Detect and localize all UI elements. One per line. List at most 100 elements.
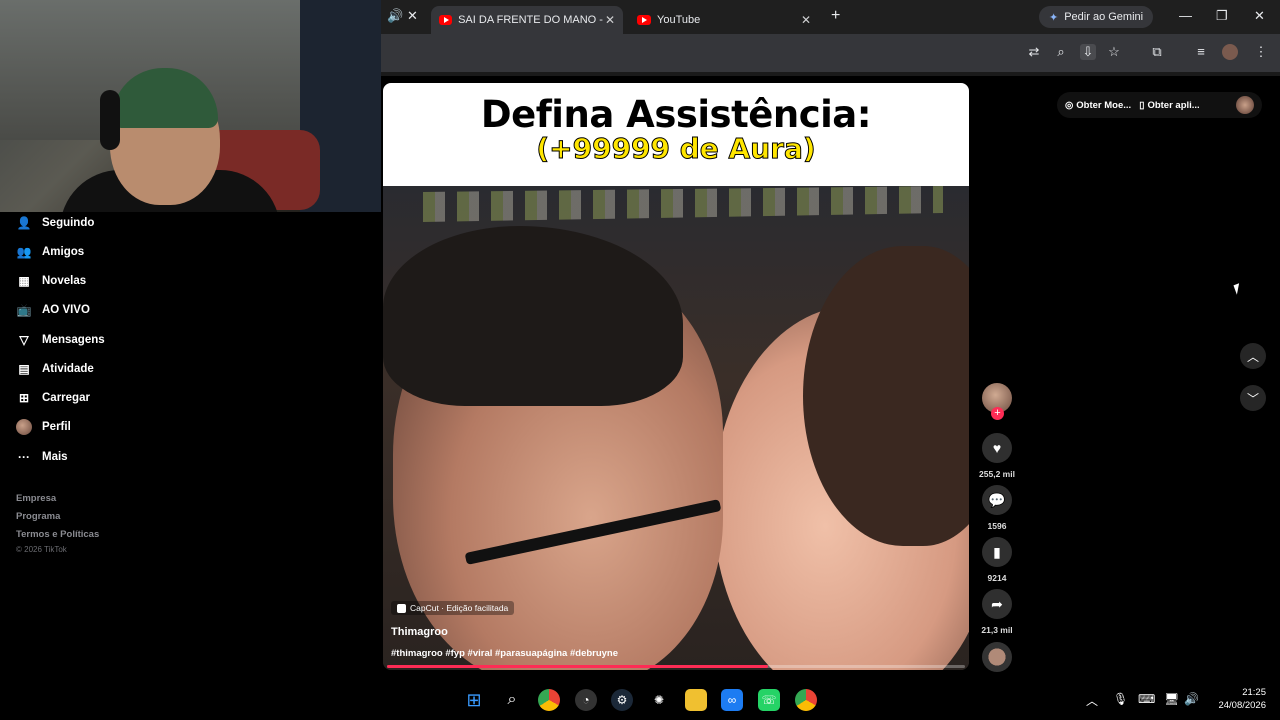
profile-avatar <box>16 419 32 435</box>
footer-termos-link[interactable]: Termos e Políticas <box>16 529 99 540</box>
banner-subtitle: (+99999 de Aura) <box>536 132 816 166</box>
sidebar-item-activity[interactable]: ▤ Atividade <box>16 361 94 377</box>
sidebar-item-upload[interactable]: ⊞ Carregar <box>16 390 90 406</box>
messages-icon: ▽ <box>19 333 29 347</box>
share-icon: ➦ <box>991 595 1003 612</box>
youtube-icon <box>637 15 651 25</box>
network-icon[interactable]: 🖥 <box>1164 692 1179 706</box>
live-icon: 📺 <box>16 303 32 317</box>
tab-active[interactable]: SAI DA FRENTE DO MANO - M ✕ <box>431 6 623 34</box>
search-icon[interactable]: ⌕ <box>501 689 523 711</box>
next-video-button[interactable]: ﹀ <box>1240 385 1266 411</box>
get-app-button[interactable]: ▯ Obter apli... <box>1139 100 1200 111</box>
gemini-button[interactable]: ✦ Pedir ao Gemini <box>1039 6 1154 28</box>
minimize-button[interactable]: — <box>1179 8 1192 23</box>
sidebar-item-label: Perfil <box>42 421 71 433</box>
octopus-app-icon[interactable]: ✺ <box>648 689 670 711</box>
footer-programa-link[interactable]: Programa <box>16 511 60 522</box>
tab-strip: 🔊 ✕ SAI DA FRENTE DO MANO - M ✕ YouTube … <box>381 0 1280 34</box>
capcut-badge[interactable]: CapCut · Edição facilitada <box>391 601 515 615</box>
footer-empresa-link[interactable]: Empresa <box>16 493 56 504</box>
comment-button[interactable]: 💬 <box>982 485 1012 515</box>
chrome-alt-icon[interactable] <box>795 689 817 711</box>
share-button[interactable]: ➦ <box>982 589 1012 619</box>
video-progress-bar[interactable] <box>387 665 965 668</box>
steam-icon[interactable]: ⚙ <box>611 689 633 711</box>
clock-time: 21:25 <box>1242 687 1266 698</box>
windows-start-icon[interactable]: ⊞ <box>463 689 485 711</box>
chrome-icon[interactable] <box>538 689 560 711</box>
sidebar-item-label: Amigos <box>42 246 85 258</box>
tab-label: YouTube <box>657 14 701 26</box>
bookmark-icon: ▮ <box>993 543 1001 560</box>
tray-chevron-icon[interactable]: ︿ <box>1086 692 1098 709</box>
upload-icon: ⊞ <box>18 391 30 405</box>
video-hashtags[interactable]: #thimagroo #fyp #viral #parasuapágina #d… <box>391 648 618 659</box>
browser-chrome: 🔊 ✕ SAI DA FRENTE DO MANO - M ✕ YouTube … <box>381 0 1280 72</box>
top-right-bar: ◎ Obter Moe... ▯ Obter apli... <box>1057 92 1262 118</box>
user-avatar[interactable] <box>1236 96 1254 114</box>
like-button[interactable]: ♥ <box>982 433 1012 463</box>
previous-video-button[interactable]: ︿ <box>1240 343 1266 369</box>
sidebar-item-label: Atividade <box>42 363 94 375</box>
system-clock[interactable]: 21:25 24/08/2026 <box>1208 686 1266 712</box>
like-count: 255,2 mil <box>979 469 1015 479</box>
video-scene <box>383 186 969 670</box>
clock-date: 24/08/2026 <box>1218 700 1266 711</box>
audio-icon[interactable]: 🔊 <box>387 8 403 24</box>
comment-count: 1596 <box>987 521 1007 531</box>
video-player[interactable]: Defina Assistência: (+99999 de Aura) Cap… <box>383 83 969 670</box>
sidebar-item-friends[interactable]: 👥 Amigos <box>16 244 85 260</box>
volume-icon[interactable]: 🔊 <box>1184 692 1199 706</box>
following-icon: 👤 <box>16 216 32 230</box>
novelas-icon: ▦ <box>18 274 30 288</box>
share-count: 21,3 mil <box>981 625 1013 635</box>
chevron-down-icon: ﹀ <box>1246 391 1259 406</box>
close-icon[interactable]: ✕ <box>801 13 811 27</box>
sidebar-item-messages[interactable]: ▽ Mensagens <box>16 332 104 348</box>
mouse-cursor-icon <box>1233 283 1243 295</box>
screen: 🔊 ✕ SAI DA FRENTE DO MANO - M ✕ YouTube … <box>0 0 1280 720</box>
zoom-icon[interactable]: ⌕ <box>1053 44 1069 60</box>
close-tab-icon[interactable]: ✕ <box>407 8 418 24</box>
restore-button[interactable]: ❐ <box>1216 8 1228 24</box>
close-window-button[interactable]: ✕ <box>1254 8 1265 24</box>
heart-icon: ♥ <box>992 440 1002 456</box>
get-coins-button[interactable]: ◎ Obter Moe... <box>1065 100 1131 111</box>
media-control-icon[interactable]: ≡ <box>1193 44 1209 60</box>
capcut-icon <box>397 603 406 613</box>
sidebar-item-live[interactable]: 📺 AO VIVO <box>16 302 90 318</box>
clock-app-icon[interactable]: ◔ <box>575 689 597 711</box>
bookmark-star-icon[interactable]: ☆ <box>1106 44 1122 60</box>
phone-icon: ▯ <box>1139 99 1145 111</box>
webcam-overlay <box>0 0 381 212</box>
video-author[interactable]: Thimagroo <box>391 626 448 638</box>
menu-icon[interactable]: ⋮ <box>1253 44 1269 60</box>
video-banner: Defina Assistência: (+99999 de Aura) <box>383 83 969 186</box>
get-app-label: Obter apli... <box>1147 99 1200 111</box>
more-icon: ··· <box>18 450 30 464</box>
microphone-icon[interactable]: 🎙 <box>1113 692 1128 706</box>
keyboard-icon[interactable]: ⌨ <box>1138 692 1155 706</box>
sidebar-item-novelas[interactable]: ▦ Novelas <box>16 273 86 289</box>
install-app-icon[interactable]: ⇩ <box>1080 44 1096 60</box>
sidebar-item-following[interactable]: 👤 Seguindo <box>16 215 95 231</box>
save-button[interactable]: ▮ <box>982 537 1012 567</box>
sidebar-item-profile[interactable]: Perfil <box>16 419 71 435</box>
profile-icon[interactable] <box>1222 44 1238 60</box>
whatsapp-icon[interactable]: ☏ <box>758 689 780 711</box>
sidebar-item-label: Seguindo <box>42 217 95 229</box>
sidebar-item-label: Mais <box>42 451 68 463</box>
tab-youtube[interactable]: YouTube ✕ <box>629 6 819 34</box>
messenger-icon[interactable]: ∞ <box>721 689 743 711</box>
extensions-icon[interactable]: ⧉ <box>1149 44 1165 60</box>
sidebar-item-more[interactable]: ··· Mais <box>16 449 68 465</box>
youtube-icon <box>439 15 453 25</box>
translate-icon[interactable]: ⇄ <box>1026 44 1042 60</box>
close-icon[interactable]: ✕ <box>605 13 615 27</box>
file-explorer-icon[interactable] <box>685 689 707 711</box>
new-tab-button[interactable]: + <box>831 7 840 25</box>
music-disc-icon[interactable] <box>982 642 1012 672</box>
comment-icon: 💬 <box>988 491 1006 508</box>
follow-plus-icon[interactable]: + <box>991 407 1004 420</box>
